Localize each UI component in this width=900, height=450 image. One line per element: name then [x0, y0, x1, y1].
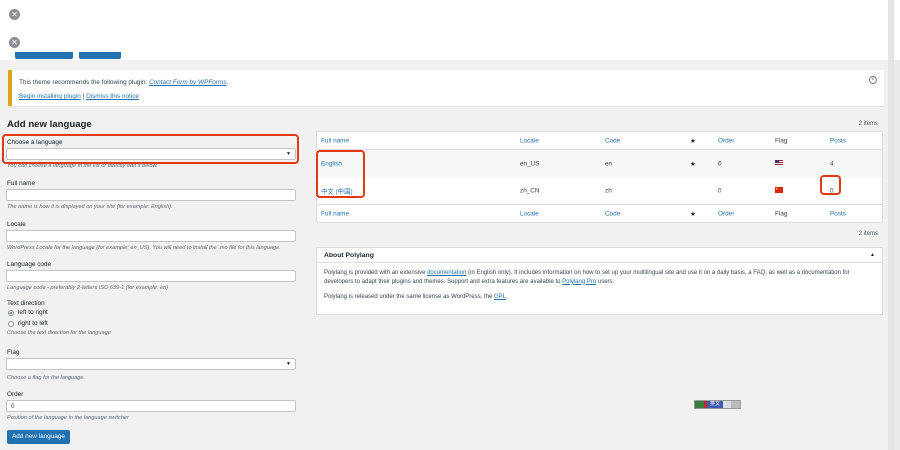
about-text: Polylang is provided with an extensive — [324, 270, 426, 276]
locale-label: Locale — [7, 221, 26, 228]
table-footer: Full name Locale Code ★ Order Flag Posts — [317, 204, 882, 222]
about-title: About Polylang — [317, 248, 882, 263]
flag-hint: Choose a flag for the language. — [7, 375, 86, 381]
gpl-link[interactable]: GPL — [494, 294, 506, 300]
about-text: users. — [597, 278, 615, 285]
table-header: Full name Locale Code ★ Order Flag Posts — [317, 132, 882, 150]
about-text: Polylang is released under the same lice… — [324, 294, 493, 300]
us-flag-icon — [775, 159, 783, 168]
add-language-button[interactable]: Add new language — [7, 430, 70, 444]
row-posts[interactable]: 4 — [830, 160, 834, 167]
about-polylang-box: About Polylang ▲ Polylang is provided wi… — [316, 247, 883, 315]
ltr-label: left to right — [18, 309, 48, 316]
highlight-box — [820, 175, 841, 195]
notice-period: . — [226, 79, 229, 86]
dismiss-notice-link[interactable]: Dismiss this notice — [86, 93, 139, 100]
row-order: 0 — [718, 187, 722, 194]
about-license: Polylang is released under the same lice… — [317, 293, 882, 302]
about-text: . — [506, 294, 508, 300]
fullname-label: Full name — [7, 180, 36, 187]
table-row: 中文 (中国) zh_CN zh 0 0 — [317, 177, 882, 204]
col-order[interactable]: Order — [718, 210, 734, 217]
flag-label: Flag — [7, 349, 20, 356]
toolbar-lang-label[interactable]: 英文 — [707, 401, 724, 408]
highlight-box — [2, 134, 299, 164]
chevron-down-icon: ▼ — [286, 361, 291, 367]
polylang-pro-link[interactable]: Polylang Pro — [562, 279, 596, 285]
col-flag: Flag — [775, 137, 788, 144]
radio-icon[interactable] — [8, 320, 14, 327]
highlight-box — [316, 150, 365, 198]
language-code-input[interactable] — [6, 270, 296, 282]
table-row: English en_US en ★ 0 4 — [317, 150, 882, 177]
col-code[interactable]: Code — [605, 137, 620, 144]
languages-table: Full name Locale Code ★ Order Flag Posts… — [316, 131, 883, 223]
row-order: 0 — [718, 160, 722, 167]
scrollbar[interactable] — [888, 0, 894, 450]
locale-hint: WordPress Locale for the language (for e… — [7, 245, 281, 251]
fullname-input[interactable] — [6, 189, 296, 201]
documentation-link[interactable]: documentation — [427, 270, 466, 276]
order-hint: Position of the language in the language… — [7, 415, 129, 421]
star-icon: ★ — [690, 210, 696, 218]
plugin-notice: This theme recommends the following plug… — [8, 70, 884, 106]
star-icon: ★ — [690, 137, 696, 145]
order-input[interactable]: 0 — [6, 400, 296, 412]
rtl-option[interactable]: right to left — [8, 320, 48, 327]
keyboard-icon[interactable] — [731, 401, 741, 408]
us-flag-svg — [775, 159, 783, 166]
top-button[interactable] — [15, 52, 73, 59]
language-code-hint: Language code - preferably 2-letters ISO… — [7, 285, 169, 291]
col-order[interactable]: Order — [718, 137, 734, 144]
form-heading: Add new language — [7, 119, 92, 130]
toolbar-icon[interactable] — [695, 401, 704, 408]
flag-select[interactable]: ▼ — [6, 358, 296, 370]
close-icon[interactable]: ✕ — [9, 37, 20, 48]
row-locale: zh_CN — [520, 187, 540, 194]
top-button[interactable] — [79, 52, 121, 59]
cn-flag-icon — [775, 186, 783, 195]
collapse-icon[interactable]: ▲ — [870, 252, 875, 258]
top-band — [0, 0, 900, 60]
fullname-hint: The name is how it is displayed on your … — [7, 204, 173, 210]
notice-text: This theme recommends the following plug… — [19, 79, 148, 86]
row-code: zh — [605, 187, 612, 194]
col-locale[interactable]: Locale — [520, 137, 539, 144]
col-full-name[interactable]: Full name — [321, 137, 349, 144]
items-count-bottom: 2 items — [858, 231, 878, 237]
radio-checked-icon[interactable] — [8, 309, 14, 316]
locale-input[interactable] — [6, 230, 296, 242]
col-flag: Flag — [775, 210, 788, 217]
row-locale: en_US — [520, 160, 540, 167]
notice-separator: | — [82, 93, 85, 100]
cn-flag-svg — [775, 186, 783, 193]
top-buttons — [15, 52, 121, 59]
col-posts[interactable]: Posts — [830, 210, 846, 217]
col-posts[interactable]: Posts — [830, 137, 846, 144]
rtl-label: right to left — [18, 320, 48, 327]
begin-install-link[interactable]: Begin installing plugin — [19, 93, 81, 100]
order-label: Order — [7, 391, 24, 398]
admin-frame: ✕ ✕ This theme recommends the following … — [0, 0, 900, 450]
dismiss-icon[interactable]: × — [869, 76, 877, 84]
col-full-name[interactable]: Full name — [321, 210, 349, 217]
default-star-icon: ★ — [690, 160, 696, 168]
about-paragraph: Polylang is provided with an extensive d… — [317, 269, 882, 286]
moon-icon[interactable] — [723, 401, 732, 408]
col-locale[interactable]: Locale — [520, 210, 539, 217]
language-code-label: Language code — [7, 261, 52, 268]
close-icon[interactable]: ✕ — [9, 9, 20, 20]
text-direction-hint: Choose the text direction for the langua… — [7, 330, 111, 336]
ltr-option[interactable]: left to right — [8, 309, 48, 316]
col-code[interactable]: Code — [605, 210, 620, 217]
plugin-link[interactable]: Contact Form by WPForms — [149, 79, 226, 86]
input-method-toolbar[interactable]: 英文 — [694, 400, 742, 409]
row-code: en — [605, 160, 613, 167]
items-count-top: 2 items — [858, 121, 878, 127]
text-direction-label: Text direction — [7, 300, 45, 307]
